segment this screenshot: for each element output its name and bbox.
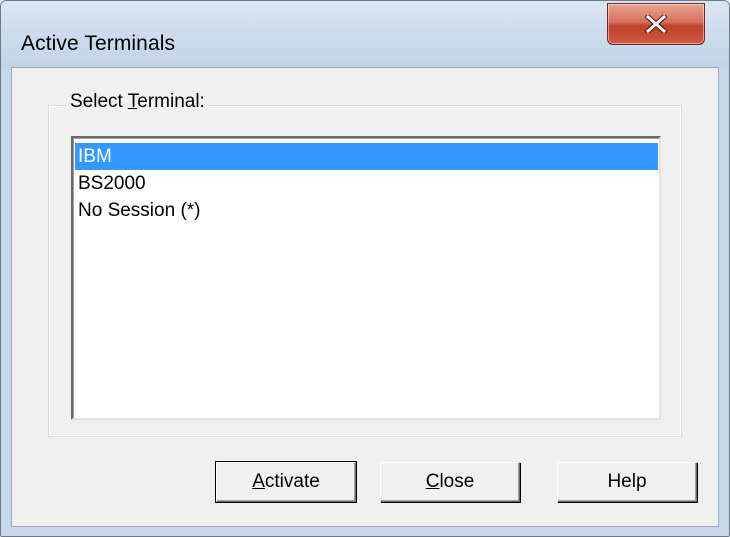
terminal-listbox[interactable]: IBM BS2000 No Session (*)	[71, 136, 661, 420]
list-item-no-session[interactable]: No Session (*)	[75, 197, 658, 224]
title-bar[interactable]: Active Terminals	[1, 1, 729, 67]
close-x-icon	[645, 15, 667, 33]
activate-button[interactable]: Activate	[215, 461, 357, 503]
list-item-ibm[interactable]: IBM	[75, 143, 658, 170]
close-button[interactable]: Close	[380, 462, 520, 502]
dialog-client-area: Select Terminal: IBM BS2000 No Session (…	[11, 67, 719, 527]
window-close-button[interactable]	[607, 3, 705, 45]
window-title: Active Terminals	[21, 32, 176, 55]
active-terminals-dialog: Active Terminals Select Terminal: IBM BS…	[0, 0, 730, 537]
list-item-bs2000[interactable]: BS2000	[75, 170, 658, 197]
terminal-listbox-inner: IBM BS2000 No Session (*)	[73, 138, 659, 418]
select-terminal-label: Select Terminal:	[67, 91, 208, 113]
help-button[interactable]: Help	[557, 462, 697, 502]
